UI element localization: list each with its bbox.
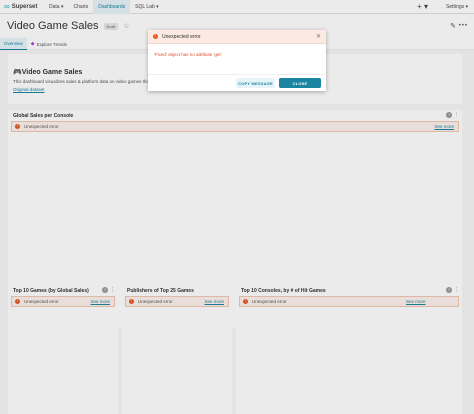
modal-footer: COPY MESSAGE CLOSE — [148, 74, 326, 91]
close-button[interactable]: CLOSE — [279, 78, 321, 88]
error-icon: ! — [153, 34, 158, 39]
close-icon[interactable]: ✕ — [316, 33, 321, 40]
modal-title: Unexpected error — [162, 33, 201, 40]
modal-header: ! Unexpected error ✕ — [148, 30, 326, 44]
copy-message-button[interactable]: COPY MESSAGE — [236, 78, 275, 88]
error-message: 'Fixed' object has no attribute 'get' — [154, 52, 222, 57]
error-modal: ! Unexpected error ✕ 'Fixed' object has … — [148, 30, 326, 91]
